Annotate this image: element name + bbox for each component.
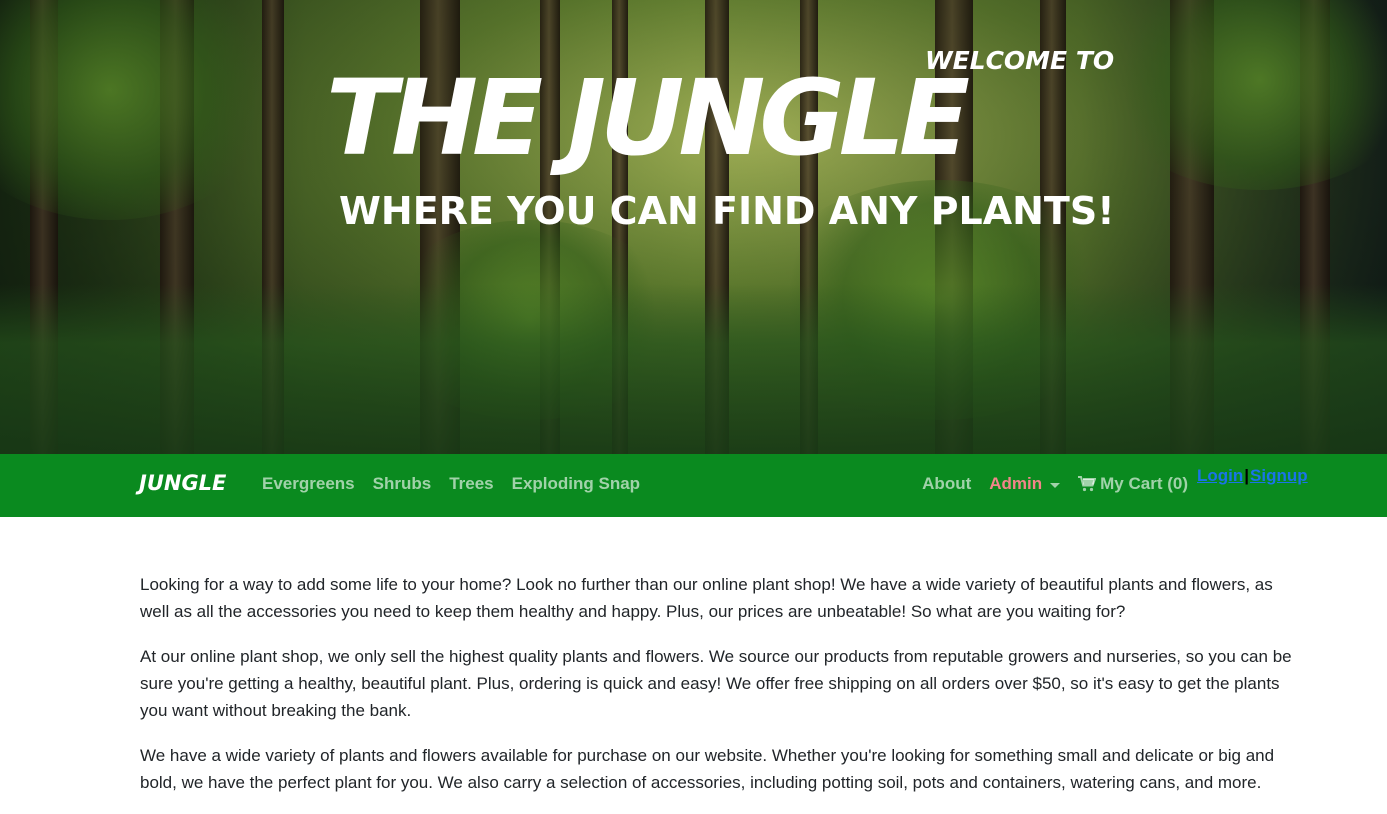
brand-logo-link[interactable]: JUNGLE [139, 471, 226, 495]
undergrowth [0, 284, 1387, 454]
login-link[interactable]: Login [1197, 466, 1243, 486]
nav-link-shrubs[interactable]: Shrubs [373, 474, 432, 494]
intro-paragraph: Looking for a way to add some life to yo… [140, 575, 1273, 621]
nav-link-about[interactable]: About [922, 474, 971, 494]
account-links: About Admin My Cart (0) [922, 474, 1188, 494]
admin-dropdown-toggle[interactable]: Admin [989, 474, 1061, 494]
intro-paragraph: At our online plant shop, we only sell t… [140, 647, 1292, 720]
intro-paragraph: We have a wide variety of plants and flo… [140, 746, 1275, 792]
nav-link-evergreens[interactable]: Evergreens [262, 474, 355, 494]
my-cart-label: My Cart (0) [1100, 474, 1188, 493]
hero-title: THE JUNGLE [326, 57, 970, 179]
auth-links: Login | Signup [1197, 466, 1308, 486]
category-links: Evergreens Shrubs Trees Exploding Snap [262, 474, 640, 494]
nav-link-exploding-snap[interactable]: Exploding Snap [512, 474, 640, 494]
shopping-cart-icon [1078, 476, 1097, 492]
hero-banner: WELCOME TO THE JUNGLE WHERE YOU CAN FIND… [0, 0, 1387, 454]
chevron-down-icon [1050, 482, 1061, 488]
auth-separator: | [1244, 466, 1250, 485]
nav-link-trees[interactable]: Trees [449, 474, 493, 494]
foliage [0, 0, 280, 220]
my-cart-link[interactable]: My Cart (0) [1078, 474, 1188, 494]
intro-content: Looking for a way to add some life to yo… [140, 571, 1302, 814]
hero-subtitle: WHERE YOU CAN FIND ANY PLANTS! [339, 189, 1115, 233]
main-navbar: JUNGLE Evergreens Shrubs Trees Exploding… [0, 454, 1387, 517]
signup-link[interactable]: Signup [1250, 466, 1308, 486]
foliage [1100, 0, 1387, 190]
admin-label: Admin [989, 474, 1043, 493]
